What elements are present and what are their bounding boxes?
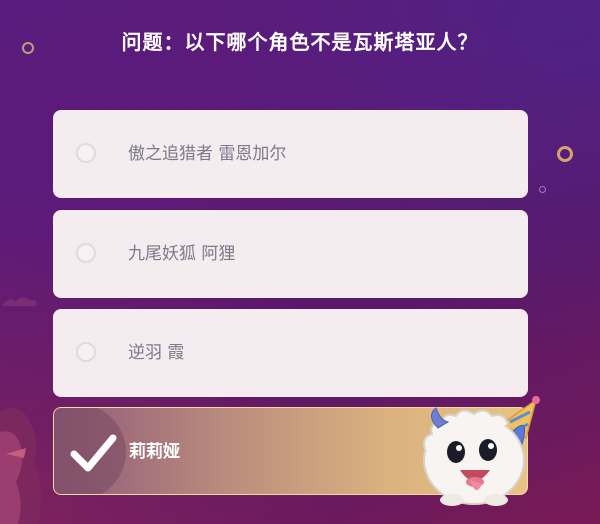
answer-option-1[interactable]: 傲之追猎者 雷恩加尔 (53, 110, 528, 198)
answer-option-label: 逆羽 霞 (128, 343, 185, 363)
checkmark-icon (70, 434, 117, 472)
question-title: 问题：以下哪个角色不是瓦斯塔亚人？ (121, 30, 479, 54)
decor-dot-right (539, 186, 546, 193)
poro-mascot-icon (423, 396, 540, 506)
answer-option-label: 傲之追猎者 雷恩加尔 (128, 144, 287, 164)
radio-circle-icon[interactable] (76, 243, 96, 263)
answer-option-label: 九尾妖狐 阿狸 (128, 244, 236, 264)
answer-option-2[interactable]: 九尾妖狐 阿狸 (53, 210, 528, 298)
radio-circle-icon[interactable] (76, 342, 96, 362)
radio-circle-icon[interactable] (76, 143, 96, 163)
side-character-illustration (0, 407, 42, 524)
decor-cloud-left (2, 297, 37, 306)
decor-ring-right (557, 146, 573, 162)
answer-option-label: 莉莉娅 (129, 442, 180, 462)
answer-option-3[interactable]: 逆羽 霞 (53, 309, 528, 397)
